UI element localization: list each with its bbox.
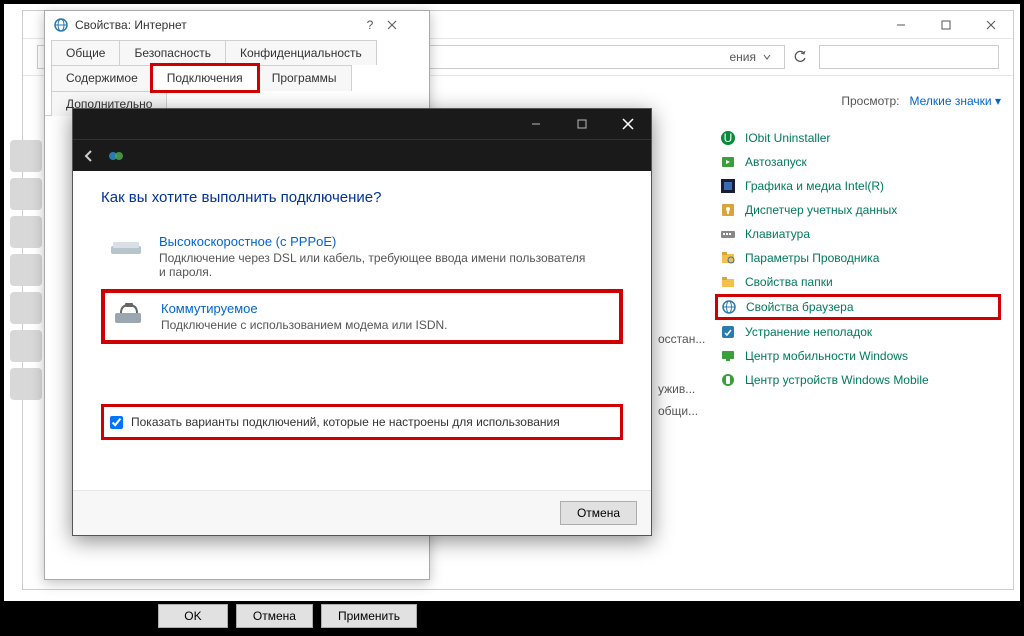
close-button[interactable]	[387, 20, 421, 30]
option-title: Коммутируемое	[161, 301, 448, 316]
control-panel-item[interactable]: Графика и медиа Intel(R)	[715, 174, 1001, 198]
sidebar-icon[interactable]	[10, 140, 42, 172]
startup-icon	[719, 153, 737, 171]
apply-button[interactable]: Применить	[321, 604, 417, 628]
leak-text: общи...	[658, 404, 698, 418]
internet-options-icon	[53, 17, 69, 33]
keyb-icon	[719, 225, 737, 243]
wizard-heading: Как вы хотите выполнить подключение?	[101, 189, 623, 206]
desktop: ения Просмотр: Мелкие значки ▾	[4, 4, 1020, 601]
creds-icon	[719, 201, 737, 219]
address-text: ения	[729, 50, 756, 64]
show-all-options-row: Показать варианты подключений, которые н…	[101, 404, 623, 440]
maximize-button[interactable]	[923, 11, 968, 38]
connection-wizard-window: Как вы хотите выполнить подключение? Выс…	[72, 108, 652, 536]
sidebar-icon[interactable]	[10, 216, 42, 248]
item-label: Диспетчер учетных данных	[745, 203, 897, 217]
item-label: IObit Uninstaller	[745, 131, 830, 145]
address-dropdown-icon[interactable]	[756, 46, 778, 68]
wizard-toolbar	[73, 139, 651, 171]
search-box[interactable]	[819, 45, 999, 69]
sidebar-icon[interactable]	[10, 368, 42, 400]
refresh-button[interactable]	[789, 46, 811, 68]
cancel-button[interactable]: Отмена	[560, 501, 637, 525]
item-label: Свойства папки	[745, 275, 833, 289]
svg-text:U: U	[724, 131, 733, 145]
modem-icon	[109, 234, 145, 262]
control-panel-item[interactable]: Параметры Проводника	[715, 246, 1001, 270]
tab-содержимое[interactable]: Содержимое	[51, 65, 153, 91]
control-panel-item[interactable]: Свойства браузера	[715, 294, 1001, 320]
browser-icon	[720, 298, 738, 316]
help-button[interactable]: ?	[353, 18, 387, 32]
view-mode-row: Просмотр: Мелкие значки ▾	[715, 86, 1001, 126]
mobility-icon	[719, 347, 737, 365]
explorer-icon	[719, 249, 737, 267]
control-panel-item[interactable]: Клавиатура	[715, 222, 1001, 246]
dialog-button-row: OK Отмена Применить	[45, 596, 429, 636]
minimize-button[interactable]	[878, 11, 923, 38]
control-panel-item[interactable]: Автозапуск	[715, 150, 1001, 174]
control-panel-item[interactable]: Центр устройств Windows Mobile	[715, 368, 1001, 392]
option-dialup[interactable]: Коммутируемое Подключение с использовани…	[101, 289, 623, 344]
item-label: Автозапуск	[745, 155, 807, 169]
minimize-button[interactable]	[513, 109, 559, 139]
maximize-button[interactable]	[559, 109, 605, 139]
sidebar-icon[interactable]	[10, 330, 42, 362]
item-label: Центр мобильности Windows	[745, 349, 908, 363]
tab-безопасность[interactable]: Безопасность	[119, 40, 226, 65]
control-panel-item[interactable]: Диспетчер учетных данных	[715, 198, 1001, 222]
tab-программы[interactable]: Программы	[257, 65, 352, 91]
sidebar-icon[interactable]	[10, 178, 42, 210]
sidebar-icon[interactable]	[10, 292, 42, 324]
item-label: Центр устройств Windows Mobile	[745, 373, 929, 387]
wizard-caption-buttons	[73, 109, 651, 139]
intel-icon	[719, 177, 737, 195]
control-panel-item[interactable]: Устранение неполадок	[715, 320, 1001, 344]
option-desc: Подключение через DSL или кабель, требую…	[159, 251, 589, 279]
cancel-button[interactable]: Отмена	[236, 604, 313, 628]
dialup-modem-icon	[111, 301, 147, 329]
item-label: Параметры Проводника	[745, 251, 879, 265]
option-title: Высокоскоростное (с PPPoE)	[159, 234, 589, 249]
tab-конфиденциальность[interactable]: Конфиденциальность	[225, 40, 377, 65]
item-label: Клавиатура	[745, 227, 810, 241]
control-panel-item[interactable]: U IObit Uninstaller	[715, 126, 1001, 150]
devices-icon	[719, 371, 737, 389]
dialog-titlebar: Свойства: Интернет ?	[45, 11, 429, 39]
control-panel-items: U IObit Uninstaller Автозапуск Графика и ме…	[715, 126, 1001, 392]
tab-strip: ОбщиеБезопасностьКонфиденциальность Содер…	[45, 39, 429, 116]
wizard-footer: Отмена	[73, 490, 651, 535]
tab-подключения[interactable]: Подключения	[152, 65, 258, 91]
wizard-content: Как вы хотите выполнить подключение? Выс…	[73, 171, 651, 458]
folder-icon	[719, 273, 737, 291]
view-label: Просмотр:	[841, 94, 899, 108]
option-desc: Подключение с использованием модема или …	[161, 318, 448, 332]
dialog-title: Свойства: Интернет	[75, 18, 353, 32]
host-sidebar-icons	[4, 134, 48, 406]
trouble-icon	[719, 323, 737, 341]
item-label: Свойства браузера	[746, 300, 854, 314]
control-panel-item[interactable]: Свойства папки	[715, 270, 1001, 294]
item-label: Графика и медиа Intel(R)	[745, 179, 884, 193]
show-all-options-checkbox[interactable]: Показать варианты подключений, которые н…	[110, 415, 614, 429]
control-panel-item[interactable]: Центр мобильности Windows	[715, 344, 1001, 368]
sidebar-icon[interactable]	[10, 254, 42, 286]
view-mode-link[interactable]: Мелкие значки ▾	[910, 94, 1001, 108]
back-button[interactable]	[81, 148, 97, 164]
leak-text: осстан...	[658, 332, 705, 346]
iobit-icon: U	[719, 129, 737, 147]
close-button[interactable]	[968, 11, 1013, 38]
leak-text: ужив...	[658, 382, 695, 396]
option-pppoe[interactable]: Высокоскоростное (с PPPoE) Подключение ч…	[101, 224, 623, 289]
wizard-toolbar-icon	[107, 147, 125, 165]
checkbox-label: Показать варианты подключений, которые н…	[131, 415, 560, 429]
item-label: Устранение неполадок	[745, 325, 872, 339]
tab-общие[interactable]: Общие	[51, 40, 120, 65]
ok-button[interactable]: OK	[158, 604, 228, 628]
close-button[interactable]	[605, 109, 651, 139]
checkbox-input[interactable]	[110, 416, 123, 429]
